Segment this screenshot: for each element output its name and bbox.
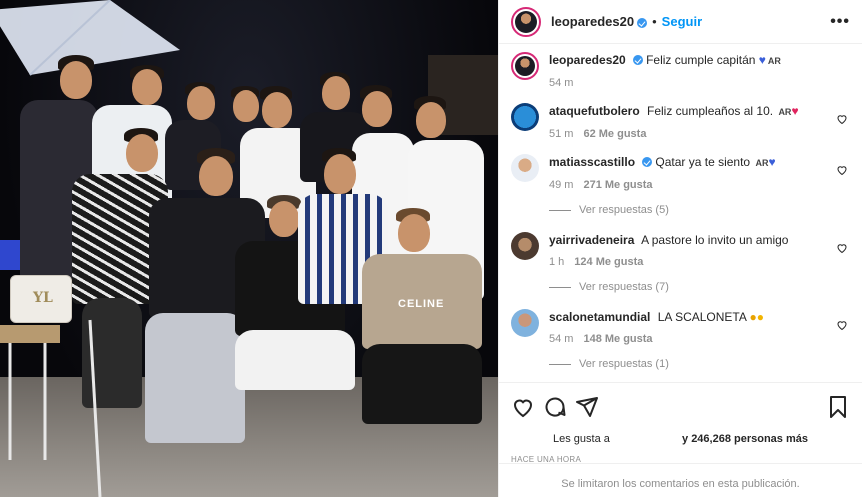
post-actions: Les gusta a y 246,268 personas más HACE …	[499, 382, 862, 497]
post-header: leoparedes20 • Seguir •••	[499, 0, 862, 44]
caption: leoparedes20 Feliz cumple capitán ♥ AR 54…	[511, 52, 850, 89]
comment-likes[interactable]: 62 Me gusta	[583, 128, 646, 140]
verified-icon	[642, 157, 653, 167]
commenter-avatar[interactable]	[511, 103, 539, 131]
separator-dot: •	[652, 14, 657, 29]
verified-icon	[637, 17, 648, 28]
comment-item: ataquefutbolero Feliz cumpleaños al 10. …	[511, 103, 850, 140]
post-photo[interactable]: CELINE YL	[0, 0, 498, 497]
comment-username[interactable]: matiasscastillo	[549, 155, 635, 169]
bookmark-icon[interactable]	[826, 395, 850, 419]
like-heart-icon[interactable]	[836, 242, 848, 254]
view-replies-button[interactable]: Ver respuestas (7)	[549, 281, 850, 293]
comment-likes[interactable]: 271 Me gusta	[583, 179, 652, 191]
heart-icon[interactable]	[511, 395, 535, 419]
bag-logo: YL	[33, 290, 53, 306]
flag-icon: AR	[755, 158, 769, 168]
handbag: YL	[10, 275, 72, 323]
comment-item: scalonetamundial LA SCALONETA ●● 54 m 148…	[511, 309, 850, 345]
comment-text: Feliz cumpleaños al 10.	[647, 104, 774, 118]
caption-avatar[interactable]	[511, 52, 539, 80]
comment-text: LA SCALONETA	[657, 310, 747, 324]
pool-light	[0, 240, 22, 270]
share-icon[interactable]	[575, 395, 599, 419]
view-replies-button[interactable]: Ver respuestas (1)	[549, 358, 850, 370]
comment-likes[interactable]: 124 Me gusta	[574, 256, 643, 268]
caption-username[interactable]: leoparedes20	[549, 53, 626, 67]
blue-heart-icon: ♥	[768, 155, 776, 169]
follow-button[interactable]: Seguir	[662, 14, 702, 29]
comment-username[interactable]: ataquefutbolero	[549, 104, 640, 118]
comment-time: 49 m	[549, 179, 574, 191]
comment-time: 1 h	[549, 256, 565, 268]
comments-limited-notice: Se limitaron los comentarios en esta pub…	[499, 463, 862, 490]
flag-icon: AR	[778, 107, 792, 117]
heart-eyes-icon: ●	[756, 310, 765, 324]
like-heart-icon[interactable]	[836, 164, 848, 176]
commenter-avatar[interactable]	[511, 154, 539, 182]
flag-icon: AR	[767, 56, 781, 66]
comment-icon[interactable]	[543, 395, 567, 419]
caption-time: 54 m	[549, 77, 574, 89]
comment-text: A pastore lo invito un amigo	[641, 233, 789, 247]
like-heart-icon[interactable]	[836, 113, 848, 125]
blue-heart-icon: ♥	[758, 53, 766, 67]
author-username[interactable]: leoparedes20	[551, 14, 634, 29]
comment-username[interactable]: yairrivadeneira	[549, 233, 634, 247]
like-heart-icon[interactable]	[836, 319, 848, 331]
verified-icon	[632, 55, 643, 65]
author-avatar[interactable]	[511, 6, 541, 37]
more-icon[interactable]: •••	[830, 13, 850, 31]
red-heart-icon: ♥	[791, 104, 799, 118]
commenter-avatar[interactable]	[511, 232, 539, 260]
likes-summary[interactable]: Les gusta a y 246,268 personas más	[511, 433, 850, 445]
likes-prefix: Les gusta a	[553, 433, 610, 445]
comment-time: 51 m	[549, 128, 574, 140]
comment-username[interactable]: scalonetamundial	[549, 310, 650, 324]
comments-list[interactable]: leoparedes20 Feliz cumple capitán ♥ AR 54…	[499, 44, 862, 378]
commenter-avatar[interactable]	[511, 309, 539, 337]
view-replies-button[interactable]: Ver respuestas (5)	[549, 204, 850, 216]
emoji-icon: ●	[749, 310, 757, 324]
comment-text: Qatar ya te siento	[655, 155, 751, 169]
post-side-panel: leoparedes20 • Seguir ••• leoparedes20 F…	[498, 0, 862, 497]
comment-likes[interactable]: 148 Me gusta	[583, 333, 652, 345]
comment-item: matiasscastillo Qatar ya te siento AR♥ 4…	[511, 154, 850, 191]
likes-count[interactable]: y 246,268 personas más	[682, 433, 808, 445]
comment-time: 54 m	[549, 333, 574, 345]
caption-text: Feliz cumple capitán	[646, 53, 756, 67]
comment-item: yairrivadeneira A pastore lo invito un a…	[511, 232, 850, 268]
shirt-logo-text: CELINE	[398, 298, 445, 310]
